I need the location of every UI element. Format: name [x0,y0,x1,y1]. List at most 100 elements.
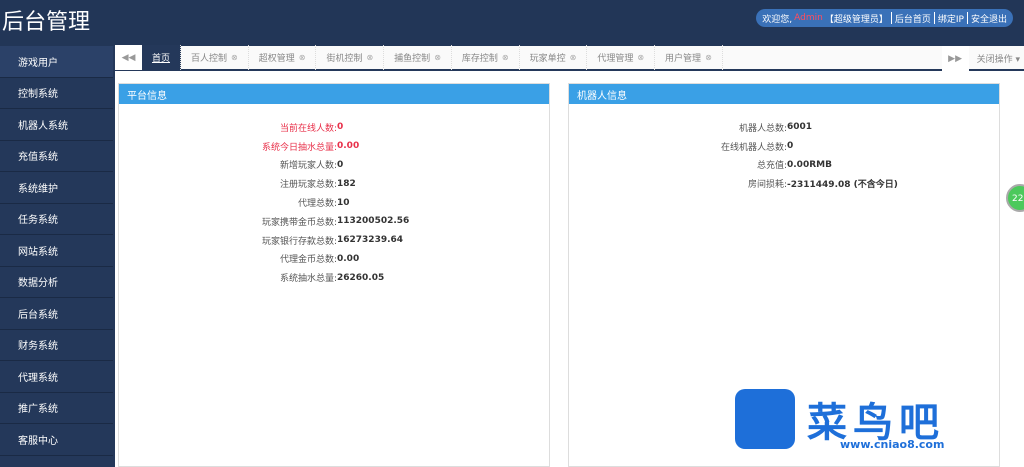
info-label: 玩家银行存款总数: [261,236,337,247]
tab-label: 玩家单控 [529,54,566,64]
info-label: 代理总数: [297,199,337,210]
sidebar-item[interactable]: 后台系统 [0,298,113,330]
info-row: 玩家银行存款总数: 16273239.64 [119,231,549,250]
tab-label: 超权管理 [258,54,295,64]
watermark-logo: 菜鸟吧 www.cniao8.com [735,376,1005,461]
info-value: 0.00 [337,141,360,152]
info-row: 当前在线人数: 0 [119,118,549,137]
close-tab-icon[interactable]: ⊗ [434,53,441,62]
tab-label: 代理管理 [597,54,634,64]
close-tab-icon[interactable]: ⊗ [299,53,306,62]
floating-badge[interactable]: 22 [1006,184,1024,212]
info-row: 玩家携带金币总数: 113200502.56 [119,212,549,231]
bird-logo-icon [735,388,795,449]
username: Admin [794,13,823,23]
sidebar-item[interactable]: 数据分析 [0,267,113,298]
tab-label: 库存控制 [461,54,498,64]
close-tab-icon[interactable]: ⊗ [637,53,644,62]
panel-title: 平台信息 [119,84,549,104]
info-label: 玩家携带金币总数: [261,217,337,228]
sidebar-item[interactable]: 游戏用户 [0,46,113,78]
close-tab-icon[interactable]: ⊗ [366,53,373,62]
platform-info-panel: 平台信息 当前在线人数: 0 系统今日抽水总量: 0.00 新增玩家人数: 0 注册玩家总数… [118,83,550,467]
tab-label: 百人控制 [191,54,228,64]
info-row: 机器人总数: 6001 [569,118,999,137]
info-row: 在线机器人总数: 0 [569,137,999,156]
info-label: 代理金币总数: [279,255,337,266]
tab[interactable]: 首页 [142,45,182,70]
info-value: 6001 [787,122,813,133]
tab[interactable]: 库存控制 ⊗ [452,45,520,70]
info-row: 总充值: 0.00RMB [569,156,999,175]
info-label: 房间损耗: [747,180,787,191]
info-row: 代理金币总数: 0.00 [119,250,549,269]
sidebar-item[interactable]: 客服中心 [0,424,113,456]
user-bar: 欢迎您, Admin 【超级管理员】 后台首页 绑定IP 安全退出 [756,9,1013,27]
info-value: -2311449.08 (不含今日) [787,180,898,191]
info-row: 代理总数: 10 [119,193,549,212]
info-value: 16273239.64 [337,235,404,246]
home-link[interactable]: 后台首页 [895,12,931,25]
info-value: 0.00 [337,253,360,264]
tab[interactable]: 街机控制 ⊗ [316,45,385,70]
info-value: 113200502.56 [337,216,410,227]
info-value: 10 [337,197,350,208]
tab[interactable]: 用户管理 ⊗ [655,45,723,70]
info-value: 182 [337,178,356,189]
header: 后台管理 欢迎您, Admin 【超级管理员】 后台首页 绑定IP 安全退出 [0,0,1024,46]
watermark-url: www.cniao8.com [840,438,945,451]
welcome-text: 欢迎您, [762,14,793,25]
info-row: 新增玩家人数: 0 [119,156,549,175]
app-title: 后台管理 [2,10,91,35]
info-row: 注册玩家总数: 182 [119,174,549,193]
tab[interactable]: 超权管理 ⊗ [249,45,317,70]
sidebar-item[interactable]: 充值系统 [0,141,113,172]
info-row: 系统抽水总量: 26260.05 [119,268,549,287]
sidebar-item[interactable]: 网站系统 [0,235,113,267]
info-label: 当前在线人数: [279,123,337,134]
tab[interactable]: 百人控制 ⊗ [181,45,249,70]
close-tab-icon[interactable]: ⊗ [231,53,238,62]
tab-label: 街机控制 [326,54,363,64]
sidebar: 游戏用户 控制系统 机器人系统 充值系统 系统维护 任务系统 网站系统 数据分析 后台系统 财务系… [0,46,113,467]
close-tab-icon[interactable]: ⊗ [570,53,577,62]
info-label: 总充值: [756,161,787,172]
sidebar-item[interactable]: 机器人系统 [0,109,113,141]
tab-bar: ◀◀ 首页 百人控制 ⊗ 超权管理 ⊗ 街机控制 ⊗ 捕鱼控制 ⊗ 库存控制 ⊗ 玩家单控 ⊗ 代理管理 ⊗… [115,45,1024,71]
logout-link[interactable]: 安全退出 [971,12,1007,25]
tab-label: 首页 [152,54,171,64]
close-tab-icon[interactable]: ⊗ [705,53,712,62]
info-label: 系统今日抽水总量: [261,142,337,153]
info-row: 系统今日抽水总量: 0.00 [119,137,549,156]
info-value: 0 [787,141,794,152]
tab[interactable]: 捕鱼控制 ⊗ [384,45,452,70]
info-label: 系统抽水总量: [279,274,337,285]
info-value: 0 [337,159,344,170]
info-row: 房间损耗: -2311449.08 (不含今日) [569,174,999,193]
scroll-left-icon[interactable]: ◀◀ [115,45,142,70]
close-operations-dropdown[interactable]: 关闭操作 ▾ [969,52,1024,65]
sidebar-item[interactable]: 代理系统 [0,361,113,393]
sidebar-item[interactable]: 系统维护 [0,172,113,204]
panel-title: 机器人信息 [569,84,999,104]
tab-label: 捕鱼控制 [394,54,431,64]
info-label: 注册玩家总数: [279,180,337,191]
info-label: 在线机器人总数: [720,142,787,153]
user-role: 【超级管理员】 [824,14,888,25]
sidebar-item[interactable]: 任务系统 [0,204,113,235]
sidebar-item[interactable]: 财务系统 [0,330,113,361]
tab-label: 用户管理 [665,54,702,64]
info-label: 机器人总数: [738,123,787,134]
info-value: 0 [337,122,344,133]
tab[interactable]: 玩家单控 ⊗ [520,45,588,70]
sidebar-item[interactable]: 推广系统 [0,393,113,424]
sidebar-item[interactable]: 控制系统 [0,78,113,109]
info-label: 新增玩家人数: [279,161,337,172]
tab[interactable]: 代理管理 ⊗ [587,45,656,70]
info-value: 0.00RMB [787,159,832,170]
info-value: 26260.05 [337,272,385,283]
close-operations-label: 关闭操作 [976,55,1013,65]
scroll-right-icon[interactable]: ▶▶ [941,46,969,71]
bind-ip-link[interactable]: 绑定IP [938,12,964,25]
close-tab-icon[interactable]: ⊗ [502,53,509,62]
